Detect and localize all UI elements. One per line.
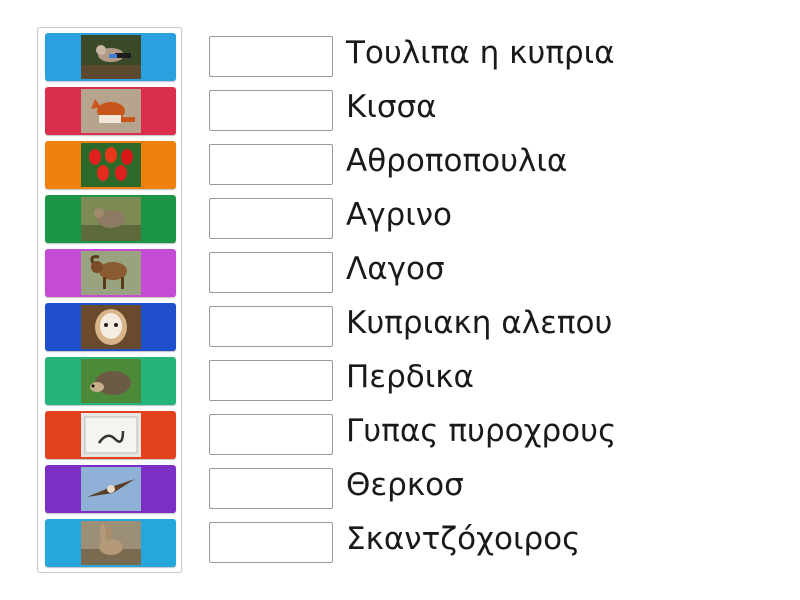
match-label: Περδικα (346, 359, 474, 395)
hare-photo (80, 521, 141, 565)
match-label: Γυπας πυροχρους (346, 413, 617, 449)
image-tile-6[interactable] (45, 303, 176, 351)
image-tile-7[interactable] (45, 357, 176, 405)
answer-drop-box[interactable] (209, 198, 333, 239)
answer-drop-box[interactable] (209, 360, 333, 401)
answer-drop-box[interactable] (209, 306, 333, 347)
mouflon-photo (80, 251, 141, 295)
answer-drop-box[interactable] (209, 144, 333, 185)
answer-drop-box[interactable] (209, 252, 333, 293)
image-tile-8[interactable] (45, 411, 176, 459)
hedgehog-photo (80, 359, 141, 403)
image-tile-4[interactable] (45, 195, 176, 243)
image-tile-9[interactable] (45, 465, 176, 513)
match-label: Αγρινο (346, 197, 453, 233)
answer-drop-box[interactable] (209, 522, 333, 563)
match-label: Κισσα (346, 89, 437, 125)
match-label: Σκαντζόχοιρος (346, 521, 581, 557)
partridge-photo (80, 197, 141, 241)
image-tile-10[interactable] (45, 519, 176, 567)
image-tile-1[interactable] (45, 33, 176, 81)
tulips-photo (80, 143, 141, 187)
snake-sign-photo (80, 413, 141, 457)
match-label: Θερκοσ (346, 467, 464, 503)
answer-drop-box[interactable] (209, 468, 333, 509)
match-label: Αθροποπουλια (346, 143, 568, 179)
match-label: Τουλιπα η κυπρια (346, 35, 615, 71)
fox-photo (80, 89, 141, 133)
answer-drop-box[interactable] (209, 90, 333, 131)
image-tile-3[interactable] (45, 141, 176, 189)
match-label: Κυπριακη αλεπου (346, 305, 613, 341)
vulture-photo (80, 467, 141, 511)
jay-bird-photo (80, 35, 141, 79)
answer-drop-box[interactable] (209, 414, 333, 455)
answer-drop-box[interactable] (209, 36, 333, 77)
image-tile-5[interactable] (45, 249, 176, 297)
image-tile-2[interactable] (45, 87, 176, 135)
image-tile-panel (37, 27, 182, 573)
match-label: Λαγοσ (346, 251, 445, 287)
barn-owl-photo (80, 305, 141, 349)
